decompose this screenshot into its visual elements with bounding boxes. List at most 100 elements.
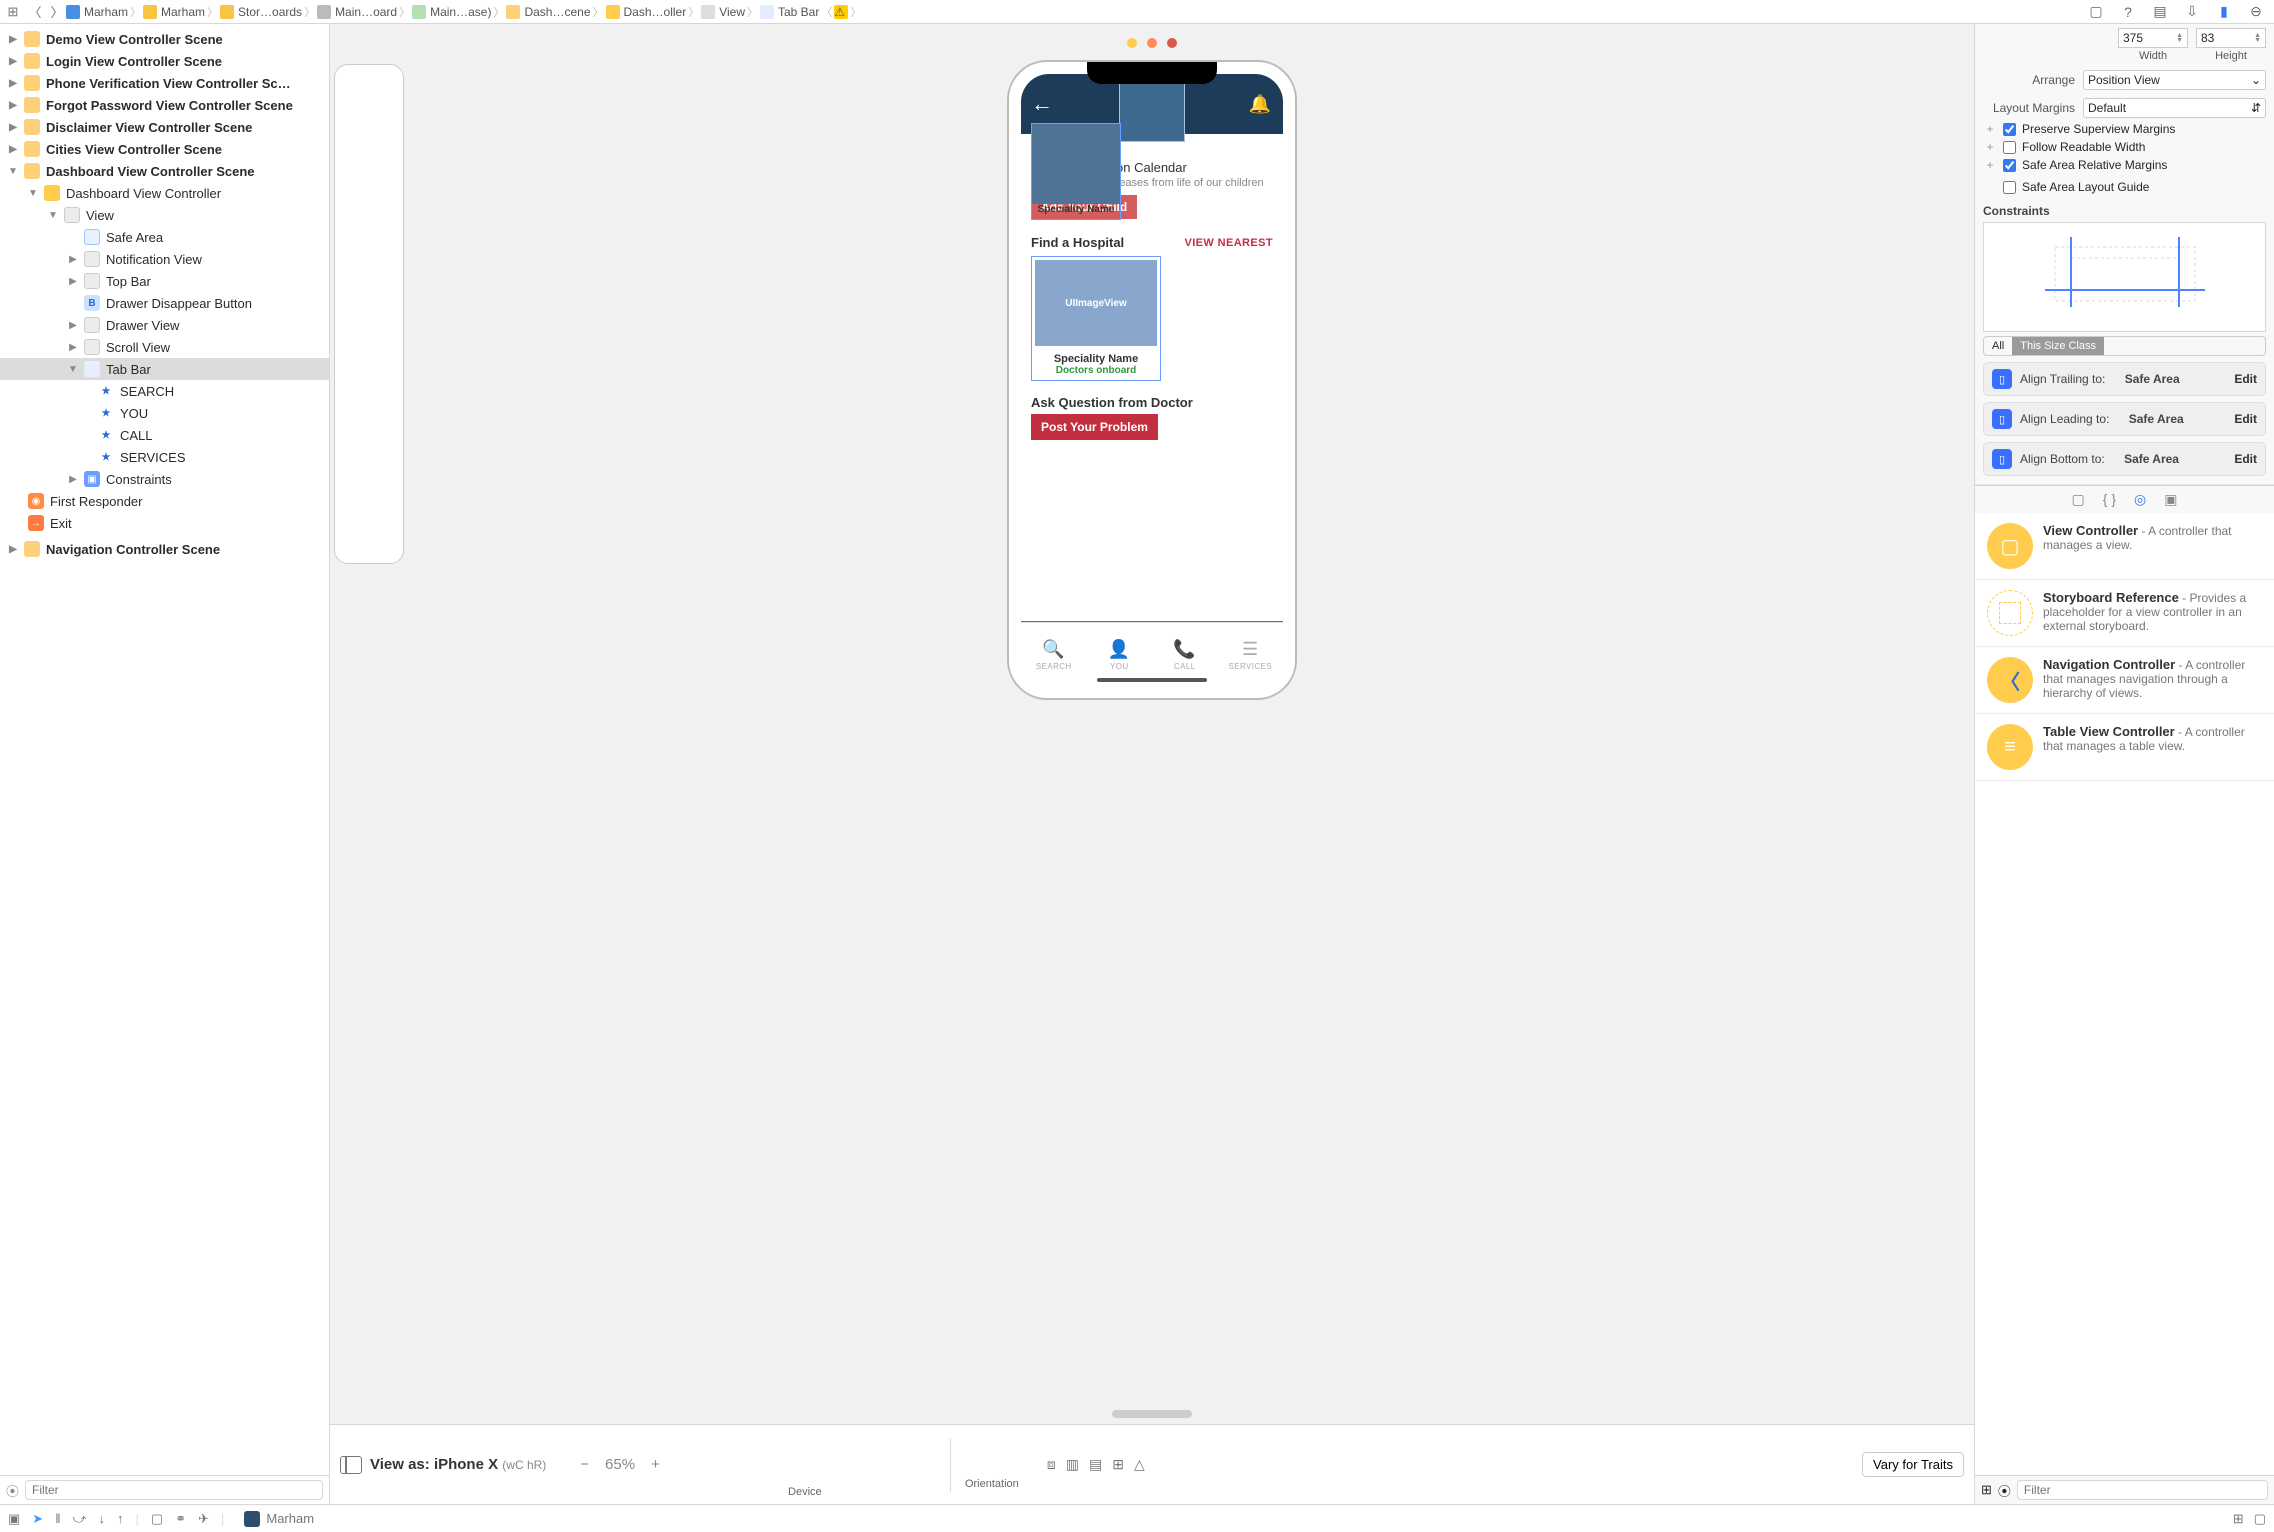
dashboard-view[interactable]: ▼View [0,204,329,226]
interface-builder-canvas[interactable]: ← 🔔 Find a Doctor Child Vaccination Cale… [330,24,1974,1504]
related-items-icon[interactable]: ⊞ [4,3,22,21]
zoom-level[interactable]: 65% [605,1456,635,1473]
library-tab-media[interactable]: ▣ [2164,491,2177,508]
scene-cities[interactable]: ▶Cities View Controller Scene [0,138,329,160]
constraints-diagram[interactable] [1983,222,2266,332]
crumb-controller[interactable]: Dash…oller [606,5,687,19]
add-variation-icon[interactable]: + [1983,122,1997,136]
constraints-node[interactable]: ▶▣Constraints [0,468,329,490]
crumb-file-main[interactable]: Main…oard [317,5,397,19]
constraint-edit-button[interactable]: Edit [2234,452,2257,466]
scene-forgot-password[interactable]: ▶Forgot Password View Controller Scene [0,94,329,116]
crumb-view[interactable]: View [701,5,745,19]
scene-demo[interactable]: ▶Demo View Controller Scene [0,28,329,50]
tab-bar[interactable]: 🔍SEARCH 👤YOU 📞CALL ☰SERVICES [1021,622,1283,686]
assistant-icon[interactable]: ▤ [2150,3,2170,20]
run-icon[interactable]: ⊖ [2246,3,2266,20]
crumb-scene[interactable]: Dash…cene [506,5,590,19]
constraint-edit-button[interactable]: Edit [2234,372,2257,386]
bell-icon[interactable]: 🔔 [1249,94,1271,115]
crumb-file-base[interactable]: Main…ase) [412,5,491,19]
tabitem-services[interactable]: ★SERVICES [0,446,329,468]
step-into-icon[interactable]: ↓ [98,1511,105,1526]
zoom-in-button[interactable]: + [651,1456,660,1473]
tab-bar-node[interactable]: ▼Tab Bar [0,358,329,380]
crumb-warning[interactable]: ⚠ [834,5,848,19]
outline-filter-input[interactable] [25,1480,323,1500]
constraint-bottom[interactable]: ▯Align Bottom to: Safe AreaEdit [1983,442,2266,476]
dashboard-controller[interactable]: ▼Dashboard View Controller [0,182,329,204]
location-icon[interactable]: ✈ [198,1511,209,1527]
tabitem-search[interactable]: ★SEARCH [0,380,329,402]
crumb-folder-storyboards[interactable]: Stor…oards [220,5,302,19]
constraints-scope-segment[interactable]: All This Size Class [1983,336,2266,356]
view-scroll[interactable]: ▶Scroll View [0,336,329,358]
height-field[interactable]: 83▲▼ [2196,28,2266,48]
library-filter-input[interactable] [2017,1480,2268,1500]
tabitem-call[interactable]: ★CALL [0,424,329,446]
tab-you[interactable]: 👤YOU [1087,623,1153,686]
step-out-icon[interactable]: ↑ [117,1511,124,1526]
constraint-edit-button[interactable]: Edit [2234,412,2257,426]
follow-readable-width-checkbox[interactable] [2003,141,2016,154]
view-notification[interactable]: ▶Notification View [0,248,329,270]
segment-all[interactable]: All [1984,337,2012,355]
help-icon[interactable]: ? [2118,4,2138,20]
orientation-picker[interactable]: Orientation [965,1440,1019,1490]
view-debugger-icon[interactable]: ▢ [151,1511,163,1527]
object-library[interactable]: ▢ View Controller - A controller that ma… [1975,513,2274,1475]
segment-this-size-class[interactable]: This Size Class [2012,337,2104,355]
vary-for-traits-button[interactable]: Vary for Traits [1862,1452,1964,1477]
back-arrow-icon[interactable]: ← [1031,91,1053,117]
hospital-card[interactable]: UIImageView Speciality Name Doctors onbo… [1031,256,1161,381]
library-item-storyboard-reference[interactable]: Storyboard Reference - Provides a placeh… [1975,580,2274,647]
arrange-select[interactable]: Position View⌄ [2083,70,2266,90]
preserve-superview-margins-checkbox[interactable] [2003,123,2016,136]
library-item-view-controller[interactable]: ▢ View Controller - A controller that ma… [1975,513,2274,580]
scene-login[interactable]: ▶Login View Controller Scene [0,50,329,72]
tab-call[interactable]: 📞CALL [1152,623,1218,686]
new-file-icon[interactable]: ▢ [2086,3,2106,20]
layout-margins-select[interactable]: Default⇵ [2083,98,2266,118]
scene-phone-verification[interactable]: ▶Phone Verification View Controller Sc… [0,72,329,94]
exit-node[interactable]: →Exit [0,512,329,534]
tabitem-you[interactable]: ★YOU [0,402,329,424]
view-drawer[interactable]: ▶Drawer View [0,314,329,336]
post-problem-button[interactable]: Post Your Problem [1031,414,1158,440]
debug-target[interactable]: Marham [244,1511,314,1527]
pause-icon[interactable]: ‖ [55,1511,60,1526]
tab-search[interactable]: 🔍SEARCH [1021,623,1087,686]
memory-graph-icon[interactable]: ⚭ [175,1511,186,1527]
outline-toggle-icon[interactable] [340,1456,362,1474]
back-icon[interactable]: 〈 [26,3,44,21]
forward-icon[interactable]: 〉 [48,3,66,21]
library-tab-objects[interactable]: ◎ [2134,491,2146,508]
safe-area-relative-margins-checkbox[interactable] [2003,159,2016,172]
update-frames-icon[interactable]: ⧈ [1047,1456,1056,1473]
step-over-icon[interactable]: ⤻ [73,1511,87,1527]
zoom-out-button[interactable]: − [580,1456,589,1473]
size-inspector-icon[interactable]: ▮ [2214,3,2234,20]
add-variation-icon[interactable]: + [1983,140,1997,154]
canvas-scrollbar[interactable] [330,1404,1974,1424]
library-tab-file-templates[interactable]: ▢ [2072,491,2085,508]
add-variation-icon[interactable]: + [1983,158,1997,172]
device-picker[interactable]: Device [674,1432,936,1498]
align-icon[interactable]: ▤ [1089,1456,1102,1473]
safe-area[interactable]: Safe Area [0,226,329,248]
constraint-leading[interactable]: ▯Align Leading to: Safe AreaEdit [1983,402,2266,436]
view-as-label[interactable]: View as: iPhone X (wC hR) [370,1456,546,1473]
pin-icon[interactable]: ⊞ [1112,1456,1124,1473]
crumb-folder[interactable]: Marham [143,5,205,19]
view-nearest-button[interactable]: VIEW NEAREST [1184,237,1273,249]
tab-services[interactable]: ☰SERVICES [1218,623,1284,686]
library-item-navigation-controller[interactable]: 〈 Navigation Controller - A controller t… [1975,647,2274,714]
scene-dashboard[interactable]: ▼Dashboard View Controller Scene [0,160,329,182]
view-topbar[interactable]: ▶Top Bar [0,270,329,292]
embed-in-icon[interactable]: ▥ [1066,1456,1079,1473]
debug-right-icon[interactable]: ⊞ [2233,1511,2244,1527]
grid-view-icon[interactable]: ⊞ [1981,1482,1992,1498]
version-editor-icon[interactable]: ⇩ [2182,3,2202,20]
drawer-disappear-button[interactable]: BDrawer Disappear Button [0,292,329,314]
scene-navigation[interactable]: ▶Navigation Controller Scene [0,538,329,560]
